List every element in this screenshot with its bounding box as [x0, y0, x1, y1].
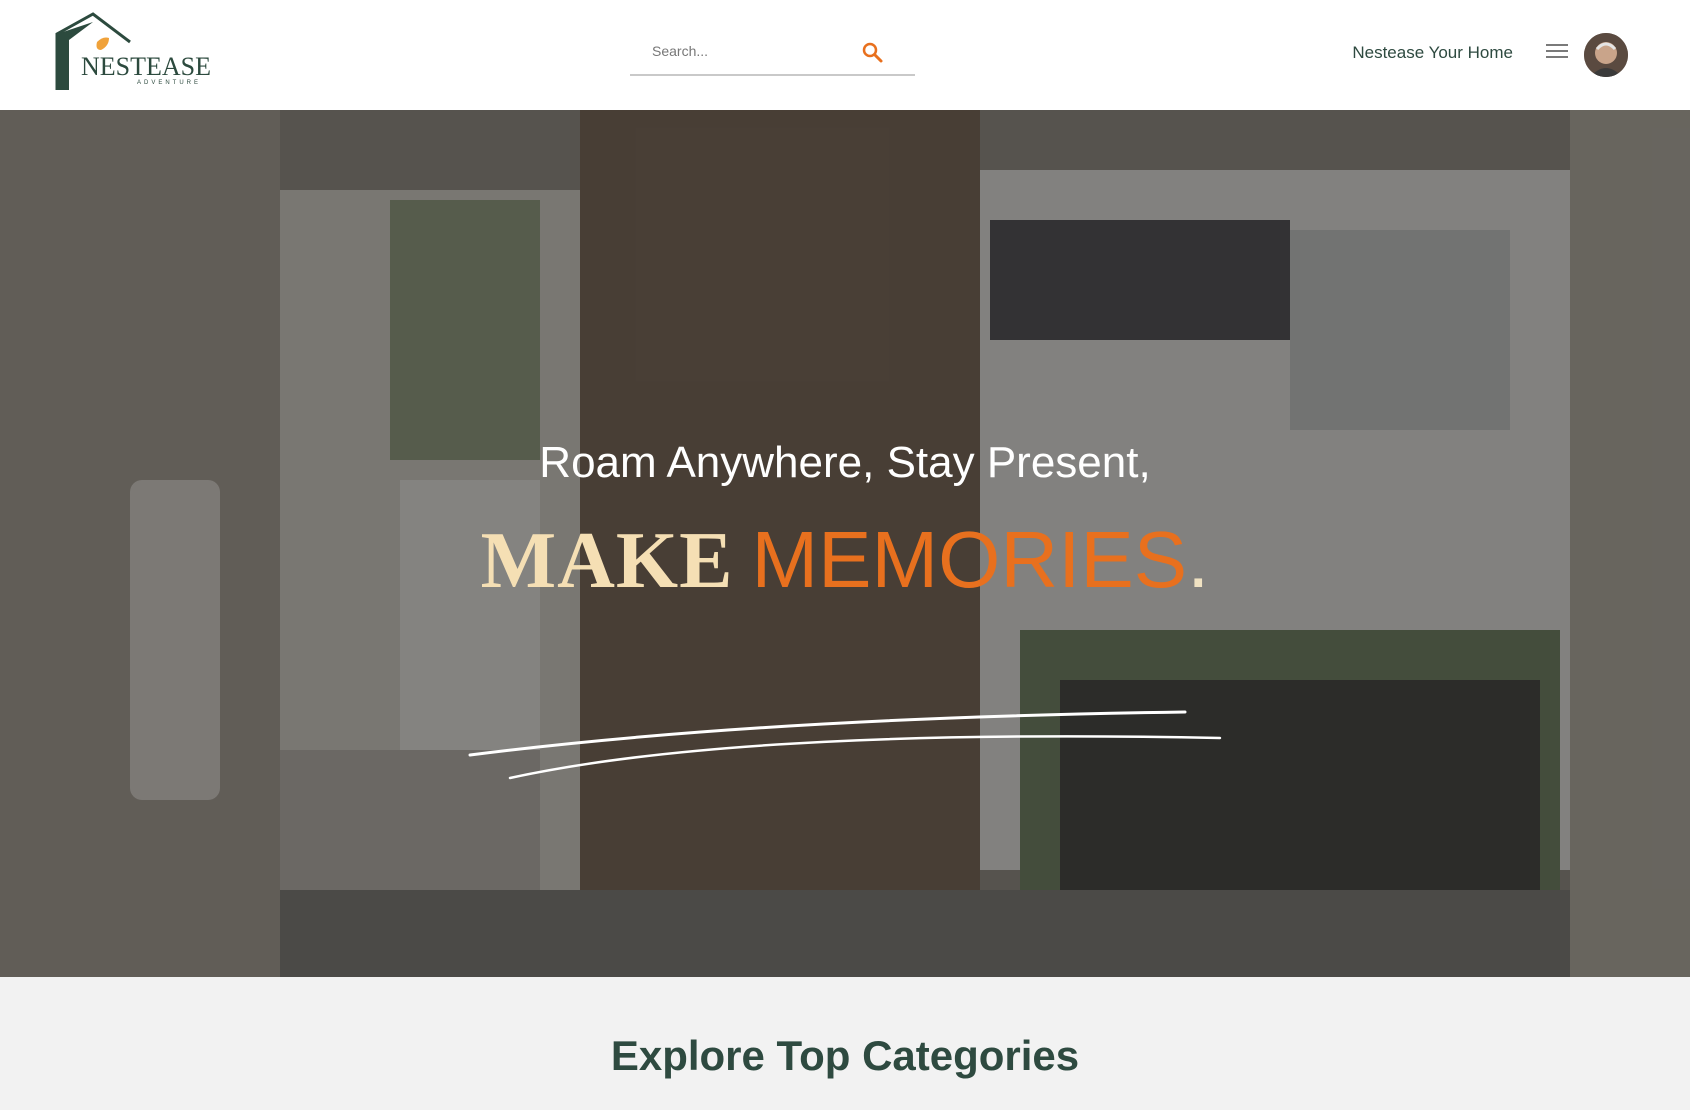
top-navbar: NESTEASE ADVENTURE Nestease Your Home	[0, 0, 1690, 110]
hero-tagline: Roam Anywhere, Stay Present,	[539, 438, 1151, 487]
headline-make: MAKE	[480, 517, 734, 605]
headline-memories: MEMORIES	[751, 515, 1188, 604]
user-avatar[interactable]	[1584, 33, 1628, 77]
hamburger-menu-icon[interactable]	[1546, 44, 1568, 62]
nestease-logo[interactable]: NESTEASE ADVENTURE	[55, 12, 211, 94]
headline-dot: .	[1187, 515, 1210, 604]
nestease-your-home-link[interactable]: Nestease Your Home	[1352, 43, 1513, 63]
hero-banner: Roam Anywhere, Stay Present, MAKE MEMORIE…	[0, 110, 1690, 977]
logo-wordmark: NESTEASE	[81, 52, 211, 81]
underline-swoosh-icon	[468, 710, 1222, 780]
avatar-icon	[1584, 33, 1628, 77]
search-icon[interactable]	[860, 40, 884, 64]
search-input[interactable]	[630, 30, 850, 72]
search-bar	[630, 30, 915, 76]
section-title: Explore Top Categories	[610, 1032, 1080, 1079]
logo-subtitle: ADVENTURE	[137, 80, 202, 86]
hero-headline: MAKE MEMORIES.	[0, 520, 1690, 602]
